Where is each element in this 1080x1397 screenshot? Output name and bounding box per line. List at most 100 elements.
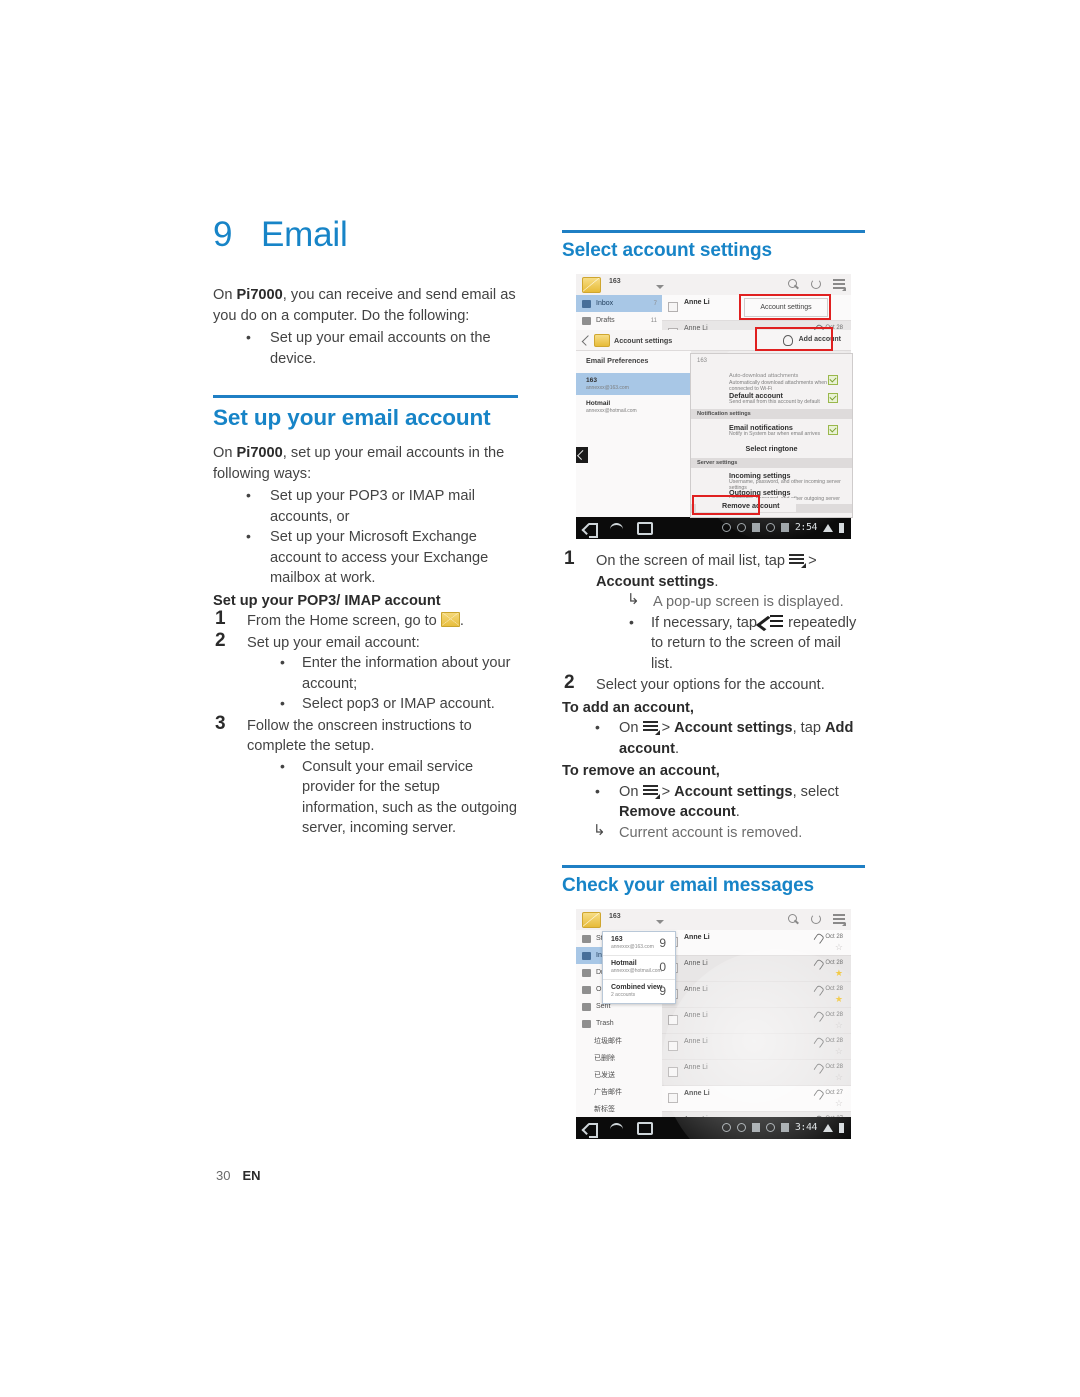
system-bar: 2:54 <box>576 517 851 539</box>
chevron-down-icon[interactable] <box>656 920 664 924</box>
table-row[interactable]: Anne Li Oct 28 ☆ <box>662 1008 851 1034</box>
home-icon[interactable] <box>610 1123 623 1134</box>
star-icon[interactable]: ★ <box>835 969 843 978</box>
system-nav <box>584 522 653 538</box>
sender-name: Anne Li <box>684 960 708 967</box>
mail-icon <box>440 612 460 627</box>
app-top-bar: 163 <box>576 274 851 296</box>
sidebar-item-spam[interactable]: 垃圾邮件 <box>576 1032 662 1049</box>
list-item: Set up your Microsoft Exchange account t… <box>213 526 518 589</box>
search-icon[interactable] <box>787 913 799 925</box>
sidebar-item-deleted[interactable]: 已删除 <box>576 1049 662 1066</box>
checkbox-auto-download[interactable] <box>828 375 838 385</box>
table-row[interactable]: Anne Li Oct 28 ☆ <box>662 1060 851 1086</box>
intro-pre: On <box>213 287 237 303</box>
star-icon[interactable]: ☆ <box>835 943 843 952</box>
sidebar-item-newlabel[interactable]: 新标签 <box>576 1100 662 1117</box>
home-icon[interactable] <box>610 523 623 534</box>
bezel-right <box>851 274 865 539</box>
sidebar-item-inbox[interactable]: Inbox 7 <box>576 295 662 312</box>
more-menu-icon[interactable] <box>833 278 846 291</box>
recents-icon[interactable] <box>637 1122 653 1135</box>
checkbox-email-notifications[interactable] <box>828 425 838 435</box>
wifi-icon <box>823 1123 833 1132</box>
table-row[interactable]: Anne Li Oct 28 ☆ <box>662 1034 851 1060</box>
chapter-name: Email <box>261 215 348 254</box>
dropdown-item-163[interactable]: 163 annexxx@163.com 9 <box>603 932 675 956</box>
select-account-steps: 1 On the screen of mail list, tap > Acco… <box>562 548 865 696</box>
star-icon <box>582 934 591 943</box>
remove-account-bullets: On > Account settings, select Remove acc… <box>562 781 865 823</box>
search-icon[interactable] <box>787 278 799 290</box>
sidebar-item-sent-cn[interactable]: 已发送 <box>576 1066 662 1083</box>
outbox-icon <box>582 985 591 994</box>
intro-bullets: Set up your email accounts on the device… <box>213 327 518 369</box>
status-arrow-icon <box>736 1123 746 1132</box>
star-icon[interactable]: ☆ <box>835 1073 843 1082</box>
account-email: annexxx@163.com <box>611 944 654 950</box>
setting-select-ringtone[interactable]: Select ringtone <box>691 444 852 453</box>
subheading-remove-account: To remove an account, <box>562 763 720 779</box>
chevron-down-icon[interactable] <box>656 285 664 289</box>
refresh-icon[interactable] <box>810 278 822 290</box>
sender-name: Anne Li <box>684 1064 708 1071</box>
sidebar-item-label: Trash <box>596 1020 614 1027</box>
step-text: Set up your email account: <box>247 634 420 651</box>
dropdown-item-combined[interactable]: Combined view 2 accounts 9 <box>603 980 675 1003</box>
bullet-post: . <box>735 804 740 820</box>
table-row[interactable]: Anne Li Oct 27 ☆ <box>662 1086 851 1112</box>
sender-name: Anne Li <box>684 299 710 306</box>
sidebar-item-label: Drafts <box>596 317 615 324</box>
star-icon[interactable]: ☆ <box>835 1047 843 1056</box>
setup-pre: On <box>213 445 237 461</box>
bullet-mid2: , tap <box>792 720 826 736</box>
sidebar-item-trash[interactable]: Trash <box>576 1015 662 1032</box>
add-account-bullets: On > Account settings, tap Add account. <box>562 717 865 759</box>
dropdown-item-hotmail[interactable]: Hotmail annexxx@hotmail.com 0 <box>603 956 675 980</box>
star-icon[interactable]: ☆ <box>835 1021 843 1030</box>
screenshot-account-settings: 163 Inbox 7 Drafts 11 Anne Li Anne Li Oc… <box>562 274 865 539</box>
annotation-box-remove-account <box>692 495 760 515</box>
item-count: 7 <box>653 300 657 307</box>
row-checkbox[interactable] <box>668 1015 678 1025</box>
section-header-notification: Notification settings <box>691 409 852 419</box>
star-icon[interactable]: ★ <box>835 995 843 1004</box>
refresh-icon[interactable] <box>810 913 822 925</box>
subheading-pop3-imap: Set up your POP3/ IMAP account <box>213 592 441 609</box>
bullet-bold-settings: Account settings <box>674 783 793 800</box>
sender-name: Anne Li <box>684 1038 708 1045</box>
more-menu-icon[interactable] <box>833 913 846 926</box>
chapter-number: 9 <box>213 215 233 254</box>
mail-date: Oct 28 <box>825 1038 843 1044</box>
star-icon[interactable]: ☆ <box>835 1099 843 1108</box>
row-checkbox[interactable] <box>668 1093 678 1103</box>
intro-paragraph: On Pi7000, you can receive and send emai… <box>213 285 518 326</box>
page-footer: 30 EN <box>216 1168 261 1183</box>
prefs-account-163[interactable]: 163 annexxx@163.com <box>576 373 691 395</box>
settings-account-label: 163 <box>697 358 708 364</box>
setting-sub-default-account: Send email from this account by default <box>729 399 820 405</box>
email-preferences-pane: Email Preferences 163 annexxx@163.com Ho… <box>576 351 691 517</box>
table-row[interactable]: Anne Li Oct 28 ★ <box>662 982 851 1008</box>
back-icon[interactable] <box>584 523 598 538</box>
back-icon[interactable] <box>584 1123 598 1138</box>
language-code: EN <box>242 1168 261 1183</box>
back-chevron-icon[interactable] <box>581 335 593 346</box>
bezel-right <box>851 909 865 1139</box>
drafts-icon <box>582 316 591 325</box>
sidebar-item-ads[interactable]: 广告邮件 <box>576 1083 662 1100</box>
email-app-icon <box>582 277 601 293</box>
table-row[interactable]: Anne Li Oct 28 ☆ <box>662 930 851 956</box>
table-row[interactable]: Anne Li Oct 28 ★ <box>662 956 851 982</box>
step-bold: Account settings <box>596 573 715 590</box>
status-clock-icon <box>765 1123 775 1132</box>
row-checkbox[interactable] <box>668 1067 678 1077</box>
recents-icon[interactable] <box>637 522 653 535</box>
collapse-handle[interactable] <box>576 447 588 463</box>
attachment-icon <box>813 958 825 971</box>
checkbox-default-account[interactable] <box>828 393 838 403</box>
prefs-account-hotmail[interactable]: Hotmail annexxx@hotmail.com <box>576 396 691 418</box>
row-checkbox[interactable] <box>668 1041 678 1051</box>
sidebar-item-drafts[interactable]: Drafts 11 <box>576 312 662 329</box>
row-checkbox[interactable] <box>668 302 678 312</box>
